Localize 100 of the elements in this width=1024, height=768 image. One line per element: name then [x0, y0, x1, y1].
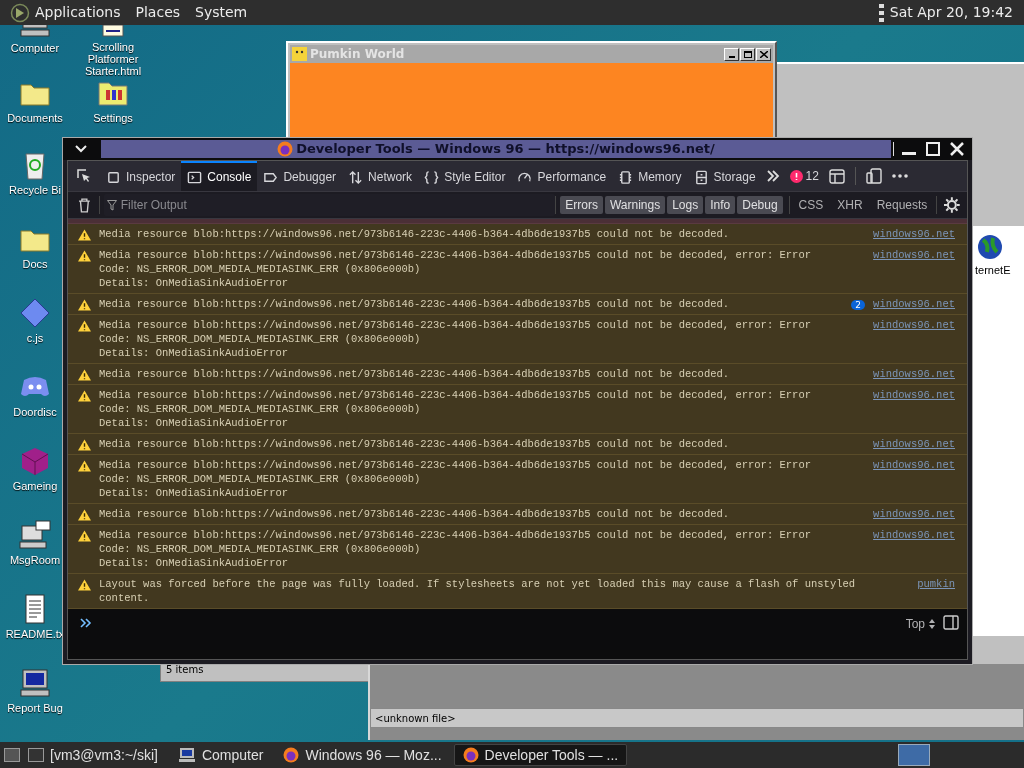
- warning-icon: [78, 390, 91, 402]
- desktop-icon-label[interactable]: Doordisc: [13, 406, 57, 418]
- document-icon: [102, 25, 124, 37]
- taskbar-button[interactable]: Developer Tools — ...: [453, 744, 628, 766]
- filter-toggle[interactable]: CSS: [793, 196, 829, 214]
- desktop-icon-label[interactable]: ternetE: [975, 262, 1011, 279]
- filter-toggle[interactable]: XHR: [832, 196, 868, 214]
- browser-icon: [462, 747, 479, 763]
- clock: Sat Apr 20, 19:42: [889, 3, 1013, 22]
- filter-toggle[interactable]: Debug: [737, 196, 783, 214]
- source-link[interactable]: windows96.net: [873, 318, 955, 332]
- desktop-icon-label[interactable]: Report Bug: [7, 702, 63, 714]
- devtools-tab[interactable]: Network: [342, 161, 419, 191]
- error-icon: [789, 169, 803, 183]
- message-text: Media resource blob:https://windows96.net/973b6146-223c-4406-b364-4db6de1937b5 could not be decoded, error: Error: [99, 388, 813, 402]
- more-icon[interactable]: [891, 174, 908, 178]
- desktop-icon-label[interactable]: Documents: [7, 112, 63, 124]
- maximize-button[interactable]: [740, 47, 755, 61]
- devtools-tab[interactable]: Style Editor: [418, 161, 512, 191]
- sidebar-icon[interactable]: [943, 615, 959, 630]
- source-link[interactable]: windows96.net: [873, 388, 955, 402]
- status-text: <unknown file>: [375, 711, 456, 726]
- source-link[interactable]: windows96.net: [873, 367, 955, 381]
- desktop-icon-label[interactable]: MsgRoom: [9, 554, 61, 566]
- message-text: Layout was forced before the page was fully loaded. If stylesheets are not yet loaded this may cause a flash of unstyled content.: [99, 577, 857, 605]
- trash-icon[interactable]: [78, 197, 91, 213]
- vertical-dots-icon: [878, 3, 884, 22]
- filter-toggle[interactable]: Errors: [560, 196, 603, 214]
- warning-icon: [78, 299, 91, 311]
- close-button[interactable]: [756, 47, 771, 61]
- message-text: Details: OnMediaSinkAudioError: [99, 556, 290, 570]
- filter-toggle[interactable]: Warnings: [604, 196, 666, 214]
- double-chevron-icon[interactable]: [765, 169, 780, 183]
- message-computer-icon: [18, 520, 52, 550]
- message-text: Code: NS_ERROR_DOM_MEDIA_MEDIASINK_ERR (0x806e000b): [99, 472, 422, 486]
- desktop-icon-label[interactable]: Gameing: [12, 480, 58, 492]
- message-text: Media resource blob:https://windows96.net/973b6146-223c-4406-b364-4db6de1937b5 could not be decoded, error: Error: [99, 458, 813, 472]
- desktop-icon-label[interactable]: c.js: [26, 332, 44, 344]
- message-text: Media resource blob:https://windows96.net/973b6146-223c-4406-b364-4db6de1937b5 could not be decoded.: [99, 367, 731, 381]
- minimize-button[interactable]: [724, 47, 739, 61]
- filter-toggle[interactable]: Requests: [871, 196, 933, 214]
- menu-item[interactable]: System: [195, 2, 248, 23]
- warning-icon: [78, 530, 91, 542]
- warning-icon: [78, 439, 91, 451]
- up-down-caret-icon: [929, 619, 935, 629]
- context-selector[interactable]: Top: [905, 615, 935, 633]
- filter-toggle[interactable]: Logs: [667, 196, 704, 214]
- desktop-icon-label[interactable]: Settings: [93, 112, 133, 124]
- source-link[interactable]: pumkin: [917, 577, 955, 591]
- pick-element-icon[interactable]: [76, 168, 92, 184]
- source-link[interactable]: windows96.net: [873, 227, 955, 241]
- layout-icon[interactable]: [828, 168, 845, 184]
- chip-icon: [618, 169, 634, 185]
- taskbar-button[interactable]: Computer: [169, 744, 272, 766]
- devtools-tab[interactable]: Memory: [612, 161, 688, 191]
- desktop-icon-label[interactable]: Computer: [10, 42, 60, 54]
- show-desktop-icon[interactable]: [4, 748, 20, 762]
- message-text: Code: NS_ERROR_DOM_MEDIA_MEDIASINK_ERR (0x806e000b): [99, 402, 422, 416]
- source-link[interactable]: windows96.net: [873, 297, 955, 311]
- taskbar-button[interactable]: Windows 96 — Moz...: [275, 744, 450, 766]
- devtools-tab[interactable]: Inspector: [100, 161, 182, 191]
- source-link[interactable]: windows96.net: [873, 458, 955, 472]
- workspace-switcher[interactable]: [898, 744, 930, 766]
- computer-icon: [18, 668, 52, 698]
- menu-item[interactable]: Applications: [35, 2, 121, 23]
- settings-icon[interactable]: [944, 197, 960, 213]
- menu-item[interactable]: Places: [135, 2, 181, 23]
- filter-field[interactable]: Filter Output: [103, 194, 556, 216]
- storage-icon: [693, 169, 709, 185]
- responsive-icon[interactable]: [865, 168, 882, 184]
- desktop-icon-label[interactable]: Docs: [22, 258, 48, 270]
- desktop-icon-label[interactable]: Recycle Bi: [9, 184, 61, 196]
- devtools-tab[interactable]: Console: [181, 161, 258, 191]
- source-link[interactable]: windows96.net: [873, 528, 955, 542]
- devtools-tab[interactable]: Performance: [511, 161, 613, 191]
- desktop-icon-label[interactable]: README.tx: [5, 628, 65, 640]
- source-link[interactable]: windows96.net: [873, 437, 955, 451]
- warning-icon: [78, 229, 91, 241]
- braces-icon: [424, 169, 440, 185]
- maximize-icon[interactable]: [926, 142, 940, 156]
- filter-toggle[interactable]: Info: [705, 196, 736, 214]
- filter-input[interactable]: Filter Output: [120, 196, 521, 214]
- warning-icon: [78, 460, 91, 472]
- maximize-icon: [743, 50, 752, 58]
- up-down-arrows-icon: [348, 169, 364, 185]
- source-link[interactable]: windows96.net: [873, 507, 955, 521]
- console-icon: [187, 169, 203, 185]
- desktop-icon-label[interactable]: Scrolling Platformer Starter.html: [75, 41, 151, 77]
- source-link[interactable]: windows96.net: [873, 248, 955, 262]
- browser-icon: [277, 141, 294, 157]
- prompt-icon: [80, 618, 92, 628]
- console-input[interactable]: Top: [68, 609, 967, 659]
- terminal-icon: [28, 748, 44, 762]
- message-text: Media resource blob:https://windows96.net/973b6146-223c-4406-b364-4db6de1937b5 could not be decoded.: [99, 297, 731, 311]
- close-icon[interactable]: [950, 142, 964, 156]
- warning-icon: [78, 320, 91, 332]
- error-count: 12: [805, 168, 819, 185]
- devtools-tab[interactable]: Debugger: [257, 161, 343, 191]
- devtools-tab[interactable]: Storage: [687, 161, 762, 191]
- taskbar-button[interactable]: [vm3@vm3:~/ski]: [20, 744, 166, 766]
